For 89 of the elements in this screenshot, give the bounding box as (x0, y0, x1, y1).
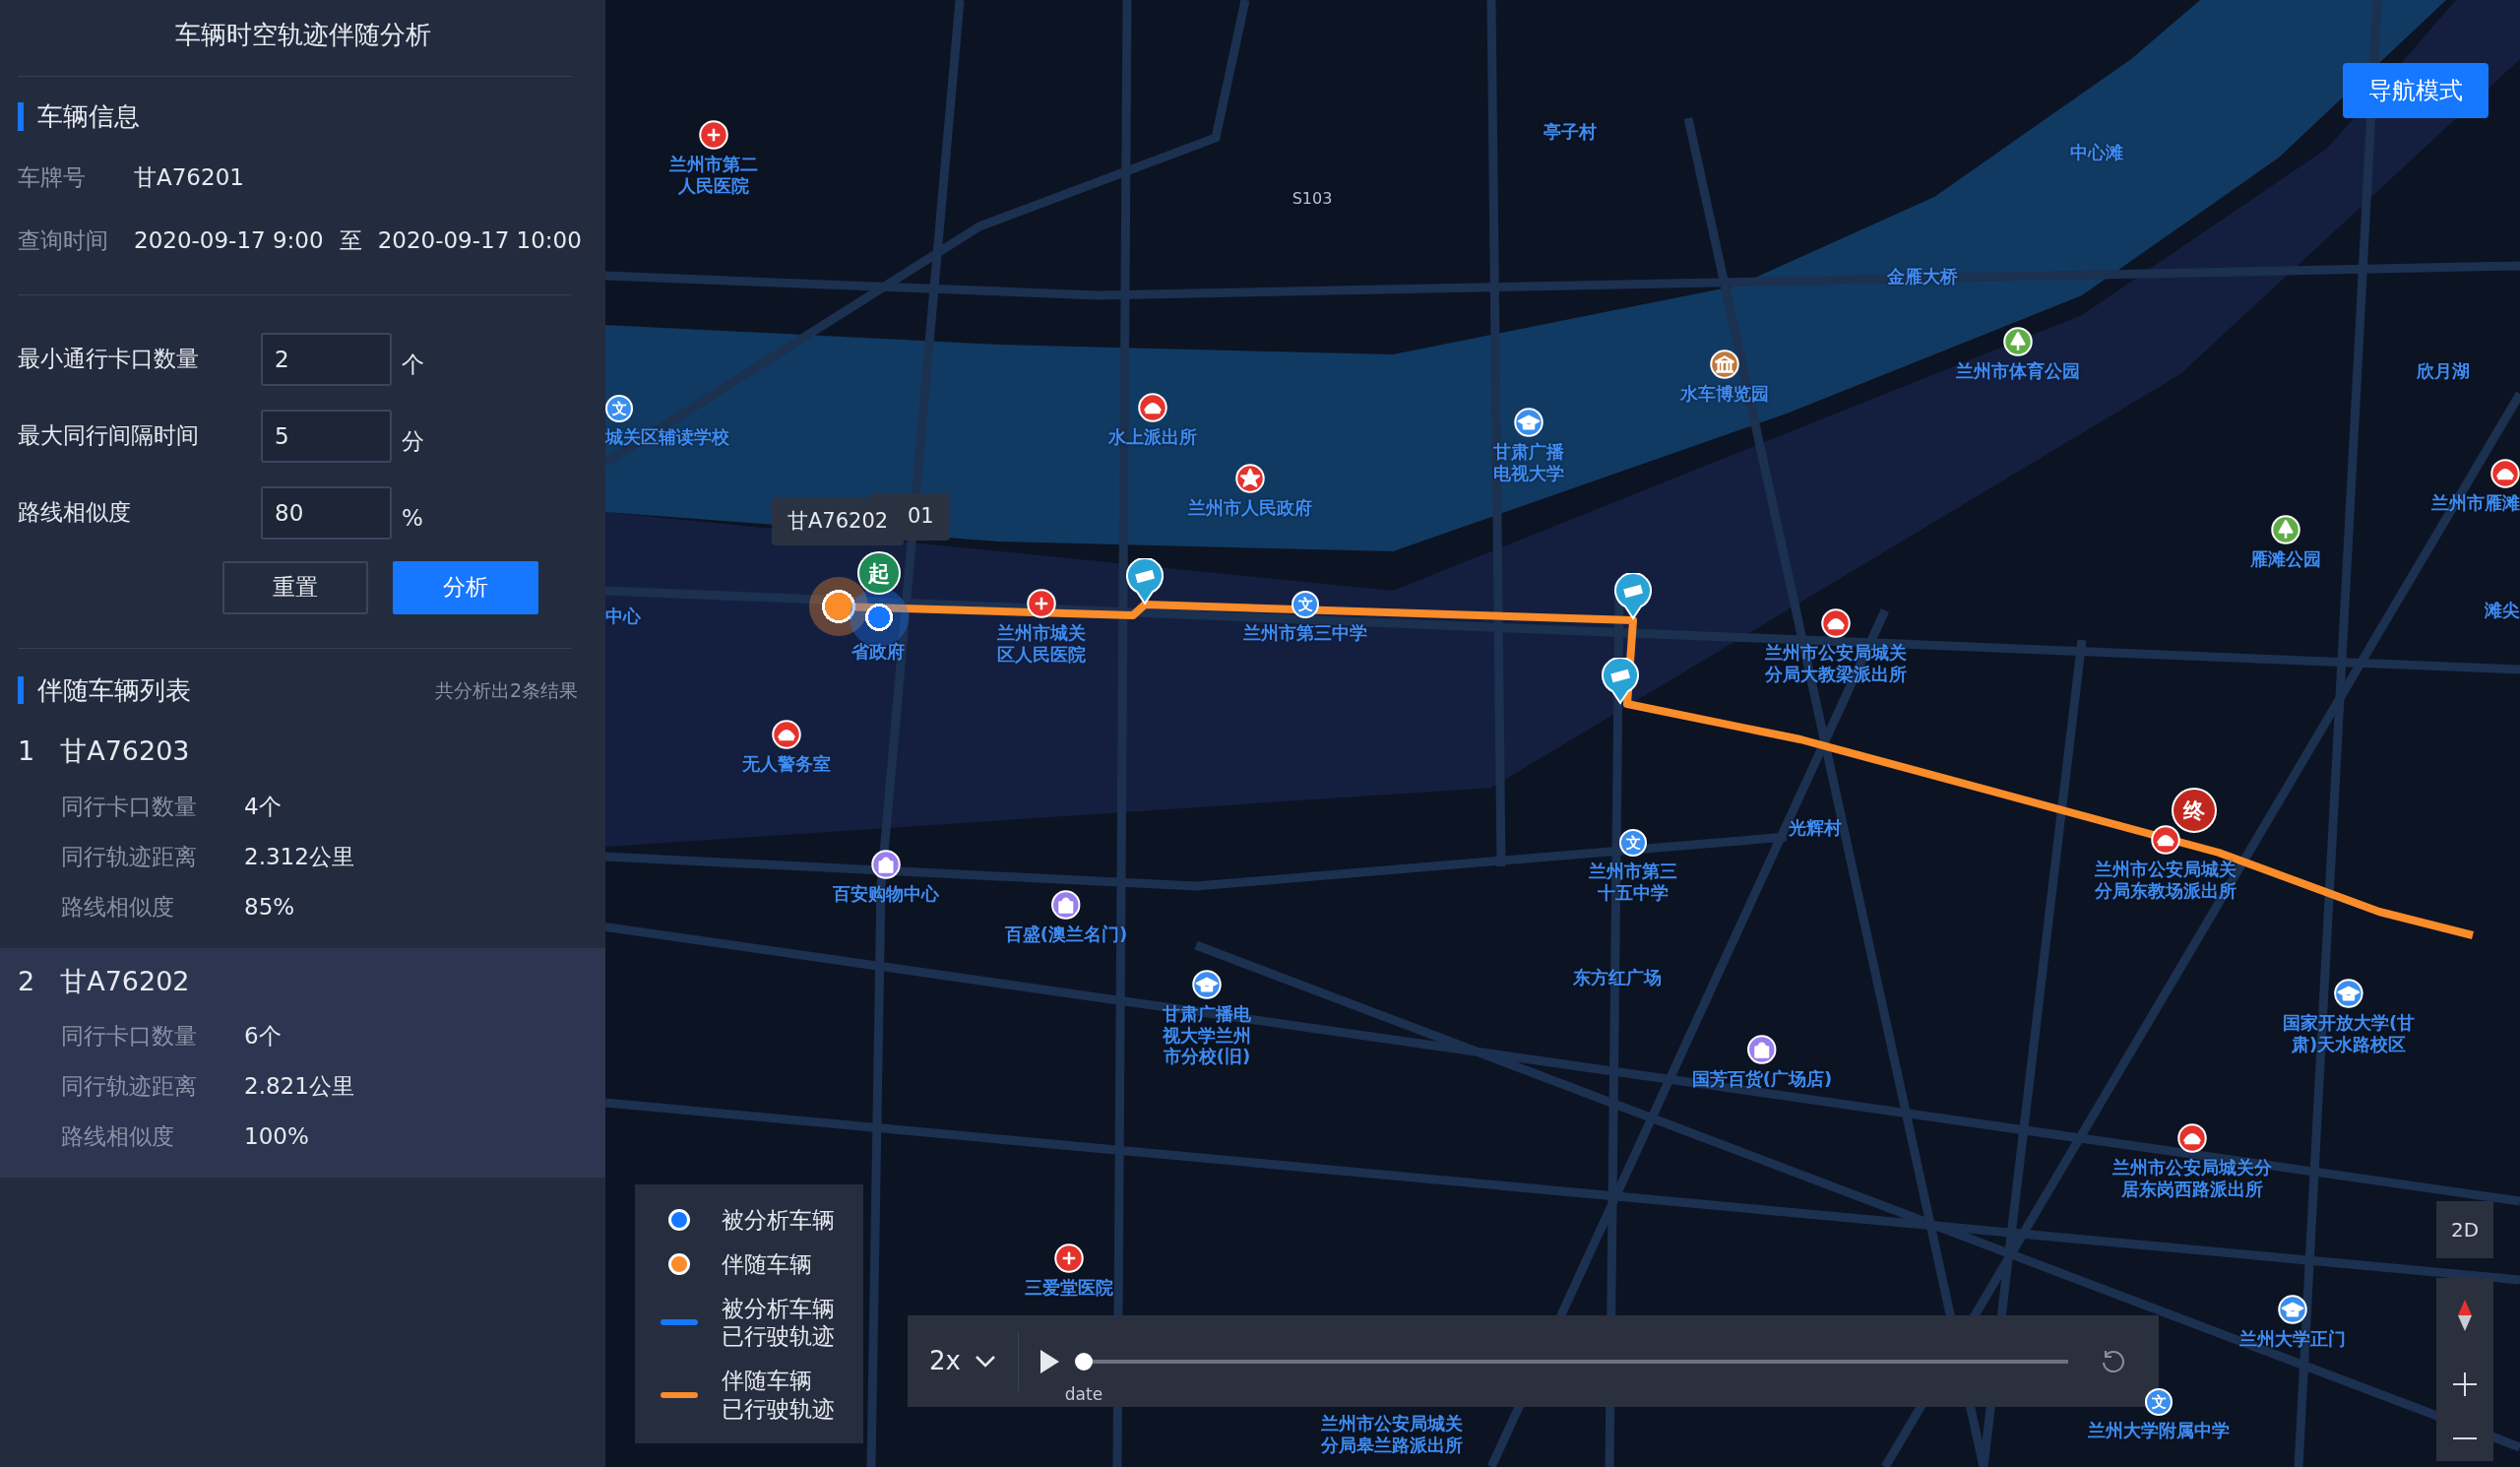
stat-value: 85% (244, 892, 295, 922)
legend-label: 伴随车辆已行驶轨迹 (722, 1367, 835, 1424)
field-label: 查询时间 (18, 226, 109, 256)
place-label: 中心滩 (2070, 142, 2123, 163)
place-label: 兰州市公安局城关分局皋兰路派出所 (1321, 1413, 1463, 1456)
stat-label: 同行卡口数量 (61, 1022, 198, 1052)
place-label: 兰州市公安局城关分局大教梁派出所 (1765, 642, 1907, 685)
timeline-thumb[interactable] (1074, 1352, 1093, 1371)
legend-label: 被分析车辆 (722, 1206, 835, 1235)
unit-label: 分 (402, 427, 424, 457)
stat-value: 4个 (244, 792, 282, 821)
place-label: 甘肃广播电视大学 (1493, 441, 1564, 484)
stat-label: 路线相似度 (61, 892, 175, 922)
result-summary: 共分析出2条结果 (434, 677, 578, 703)
item-index: 2 (18, 964, 35, 998)
vehicle-tooltip: 甘A76202 (772, 498, 905, 545)
stat-label: 同行轨迹距离 (61, 842, 198, 871)
stat-label: 同行卡口数量 (61, 792, 198, 821)
place-label: 无人警务室 (742, 753, 831, 775)
place-label: 城关区辅读学校 (605, 426, 729, 448)
place-label: 兰州市体育公园 (1956, 360, 2080, 382)
place-label: 国芳百货(广场店) (1691, 1068, 1833, 1090)
place-label: 甘肃广播电视大学兰州市分校(旧) (1163, 1003, 1251, 1067)
caret-icon (974, 1354, 996, 1369)
section-heading: 伴随车辆列表 (18, 675, 191, 705)
place-label: 兰州大学正门 (2239, 1328, 2346, 1350)
view-mode-button[interactable]: 2D (2436, 1201, 2493, 1258)
panel-title: 车辆时空轨迹伴随分析 (173, 19, 432, 51)
place-label: 滩尖 (2485, 600, 2520, 621)
zoom-in-icon[interactable] (2453, 1372, 2477, 1396)
place-label: 三爱堂医院 (1025, 1277, 1113, 1299)
stat-value: 2.312公里 (244, 842, 354, 871)
place-label: 兰州市城关区人民医院 (997, 622, 1086, 666)
plate-number: 甘A76202 (60, 964, 190, 998)
place-label: 亭子村 (1544, 121, 1597, 143)
legend-label: 被分析车辆已行驶轨迹 (722, 1294, 835, 1351)
time-separator: 至 (339, 226, 362, 256)
time-value: 2020-09-17 10:00 (377, 226, 582, 256)
place-label: 东方红广场 (1573, 967, 1662, 989)
time-label: date (1064, 1382, 1103, 1406)
item-index: 1 (18, 734, 35, 769)
stat-label: 同行轨迹距离 (61, 1072, 198, 1102)
place-label: 省政府 (851, 641, 905, 663)
place-label: 百盛(澳兰名门) (1004, 924, 1128, 945)
analyze-button[interactable]: 分析 (393, 560, 538, 614)
unit-label: 个 (402, 351, 424, 380)
legend-label: 伴随车辆 (722, 1249, 812, 1279)
place-label: 百安购物中心 (833, 883, 939, 905)
input-field[interactable]: 2 (261, 332, 392, 386)
place-label: 兰州市雁滩 (2431, 492, 2520, 514)
stat-label: 路线相似度 (61, 1122, 175, 1152)
zoom-out-icon[interactable] (2453, 1436, 2477, 1441)
place-label: 雁滩公园 (2250, 548, 2321, 570)
param-label: 最小通行卡口数量 (18, 345, 200, 374)
param-label: 最大同行间隔时间 (18, 421, 200, 451)
plate-number: 甘A76203 (60, 734, 190, 769)
place-label: 光辉村 (1789, 817, 1842, 839)
place-label: 中心 (605, 606, 641, 627)
play-icon[interactable] (1038, 1348, 1060, 1374)
place-label: 国家开放大学(甘肃)天水路校区 (2282, 1012, 2416, 1055)
param-label: 路线相似度 (18, 498, 132, 528)
input-field[interactable]: 80 (261, 485, 392, 540)
place-label: 水车博览园 (1680, 383, 1769, 405)
place-label: 水上派出所 (1108, 426, 1197, 448)
place-label: 欣月湖 (2417, 360, 2470, 382)
place-label: 兰州市公安局城关分局东教场派出所 (2095, 859, 2236, 902)
section-heading: 车辆信息 (18, 102, 588, 131)
compass-icon[interactable] (2455, 1298, 2475, 1332)
road-label: S103 (1292, 189, 1333, 209)
unit-label: % (402, 504, 423, 534)
place-label: 金雁大桥 (1887, 266, 1958, 287)
plate-number: 甘A76201 (134, 163, 244, 193)
time-value: 2020-09-17 9:00 (134, 226, 324, 256)
result-item[interactable]: 2 甘A76202 同行卡口数量 6个 同行轨迹距离 2.821公里 路线相似度 100% (0, 947, 605, 1179)
speed-dropdown[interactable]: 2x (908, 1331, 1019, 1391)
place-label: 兰州市人民政府 (1188, 497, 1312, 519)
stat-value: 100% (244, 1122, 309, 1152)
place-label: 兰州市第三中学 (1243, 622, 1367, 644)
nav-mode-button[interactable]: 导航模式 (2343, 63, 2488, 118)
stat-value: 6个 (244, 1022, 282, 1052)
reset-button[interactable]: 重置 (222, 560, 368, 614)
input-field[interactable]: 5 (261, 409, 392, 463)
field-label: 车牌号 (18, 163, 87, 193)
place-label: 兰州大学附属中学 (2088, 1420, 2230, 1441)
place-label: 兰州市公安局城关分居东岗西路派出所 (2112, 1157, 2272, 1200)
place-label: 兰州市第三十五中学 (1589, 861, 1677, 904)
stat-value: 2.821公里 (244, 1072, 354, 1102)
result-item[interactable]: 1 甘A76203 同行卡口数量 4个 同行轨迹距离 2.312公里 路线相似度 85% (0, 718, 605, 948)
place-label: 兰州市第二人民医院 (669, 154, 758, 197)
